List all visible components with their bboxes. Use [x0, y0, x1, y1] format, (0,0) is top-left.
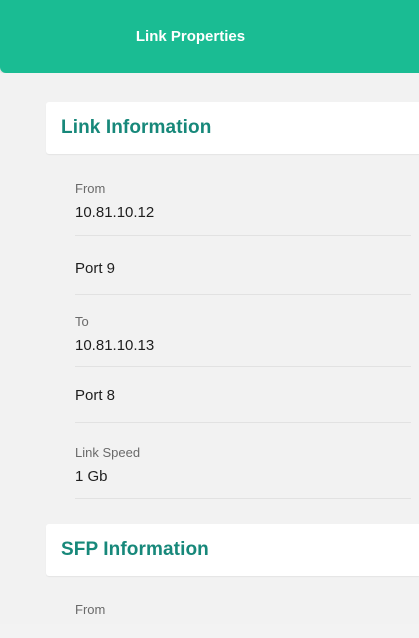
properties-header: Link Properties [0, 0, 419, 73]
link-speed-value: 1 Gb [75, 468, 108, 485]
link-to-row: To 10.81.10.13 [75, 295, 411, 367]
sfp-information-title: SFP Information [61, 539, 209, 560]
link-information-header[interactable]: Link Information [46, 102, 419, 154]
sfp-from-label: From [75, 602, 106, 617]
sfp-from-row: From [75, 598, 411, 638]
link-to-port-value: Port 8 [75, 387, 116, 404]
link-information-title: Link Information [61, 117, 212, 138]
properties-panel[interactable]: Link Information From 10.81.10.12 Port 9… [0, 73, 419, 624]
link-from-value: 10.81.10.12 [75, 204, 155, 221]
link-speed-row: Link Speed 1 Gb [75, 423, 411, 499]
link-from-row: From 10.81.10.12 [75, 176, 411, 236]
link-from-label: From [75, 181, 106, 196]
link-speed-label: Link Speed [75, 445, 141, 460]
link-to-port-row: Port 8 [75, 367, 411, 423]
link-to-value: 10.81.10.13 [75, 337, 155, 354]
link-from-port-row: Port 9 [75, 236, 411, 295]
link-to-label: To [75, 314, 89, 329]
header-title: Link Properties [135, 28, 246, 45]
link-from-port-value: Port 9 [75, 260, 116, 277]
sfp-information-header[interactable]: SFP Information [46, 524, 419, 576]
